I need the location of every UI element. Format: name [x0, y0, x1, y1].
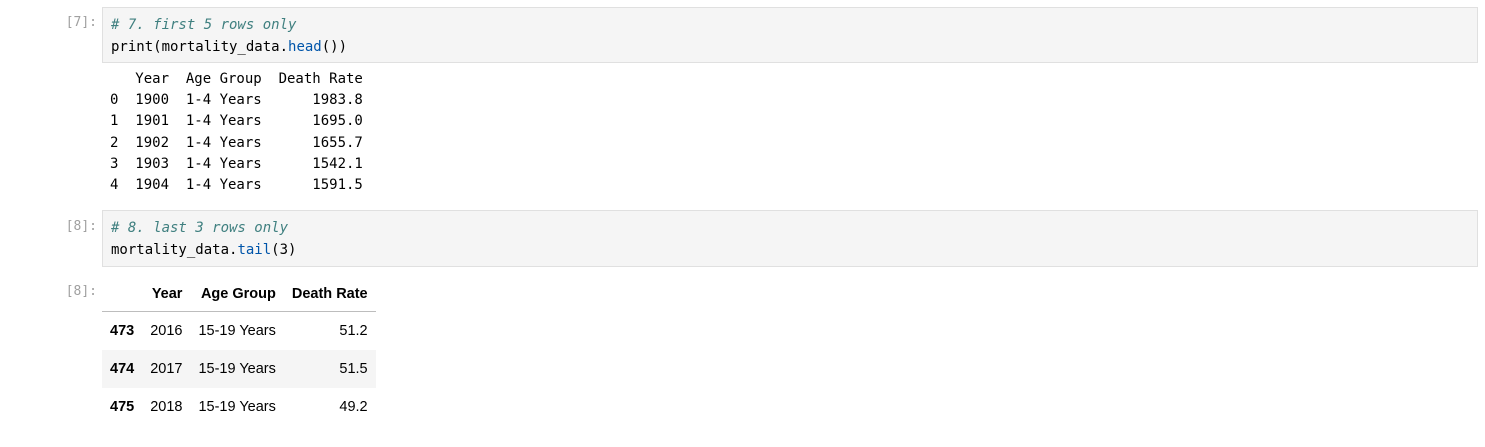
code-text: print(mortality_data.: [111, 39, 289, 55]
cell-death-rate: 51.5: [339, 360, 368, 377]
cell-8-input-prompt: [8]:: [65, 219, 97, 234]
cell-age-group: 15-19 Years: [198, 399, 276, 416]
code-line: # 7. first 5 rows only: [111, 14, 1469, 36]
row-index: 473: [110, 322, 135, 339]
output-line: 1 1901 1-4 Years 1695.0: [110, 113, 363, 130]
cell-7-output: Year Age Group Death Rate 0 1900 1-4 Yea…: [110, 69, 363, 196]
output-line: Year Age Group Death Rate: [110, 71, 363, 87]
cell-age-group: 15-19 Years: [198, 322, 276, 339]
row-index: 475: [110, 399, 135, 416]
code-method: head: [288, 39, 322, 55]
code-comment: # 7. first 5 rows only: [111, 17, 297, 33]
cell-year: 2018: [150, 399, 183, 416]
code-line: # 8. last 3 rows only: [111, 217, 1469, 239]
code-text: (3): [271, 242, 297, 258]
output-line: 0 1900 1-4 Years 1983.8: [110, 92, 363, 109]
code-line: mortality_data.tail(3): [111, 239, 1469, 261]
cell-death-rate: 49.2: [339, 399, 368, 416]
cell-8-output-prompt: [8]:: [65, 284, 97, 299]
row-index: 474: [110, 360, 135, 377]
output-line: 2 1902 1-4 Years 1655.7: [110, 134, 363, 151]
dataframe-table: Year Age Group Death Rate 473 2016 15-19…: [102, 278, 376, 427]
code-text: ()): [321, 39, 348, 55]
cell-age-group: 15-19 Years: [198, 360, 276, 377]
cell-8-code-editor[interactable]: # 8. last 3 rows only mortality_data.tai…: [102, 210, 1478, 267]
table-row: 474 2017 15-19 Years 51.5: [102, 349, 376, 388]
code-comment: # 8. last 3 rows only: [111, 220, 289, 236]
table-row: 473 2016 15-19 Years 51.2: [102, 311, 376, 350]
output-line: 4 1904 1-4 Years 1591.5: [110, 176, 363, 193]
cell-year: 2017: [150, 360, 183, 377]
column-header-year: Year: [142, 278, 191, 312]
code-text: mortality_data.: [111, 242, 238, 258]
code-line: print(mortality_data.head()): [111, 36, 1469, 58]
cell-death-rate: 51.2: [339, 322, 368, 339]
cell-year: 2016: [150, 322, 183, 339]
column-header-death-rate: Death Rate: [283, 278, 376, 312]
table-row: 475 2018 15-19 Years 49.2: [102, 388, 376, 427]
column-header-age-group: Age Group: [190, 278, 284, 312]
code-method: tail: [237, 242, 272, 258]
cell-7-input-prompt: [7]:: [65, 15, 97, 30]
cell-7-code-editor[interactable]: # 7. first 5 rows only print(mortality_d…: [102, 7, 1478, 63]
index-header: [102, 278, 143, 312]
table-header-row: Year Age Group Death Rate: [102, 278, 376, 312]
output-line: 3 1903 1-4 Years 1542.1: [110, 155, 363, 172]
